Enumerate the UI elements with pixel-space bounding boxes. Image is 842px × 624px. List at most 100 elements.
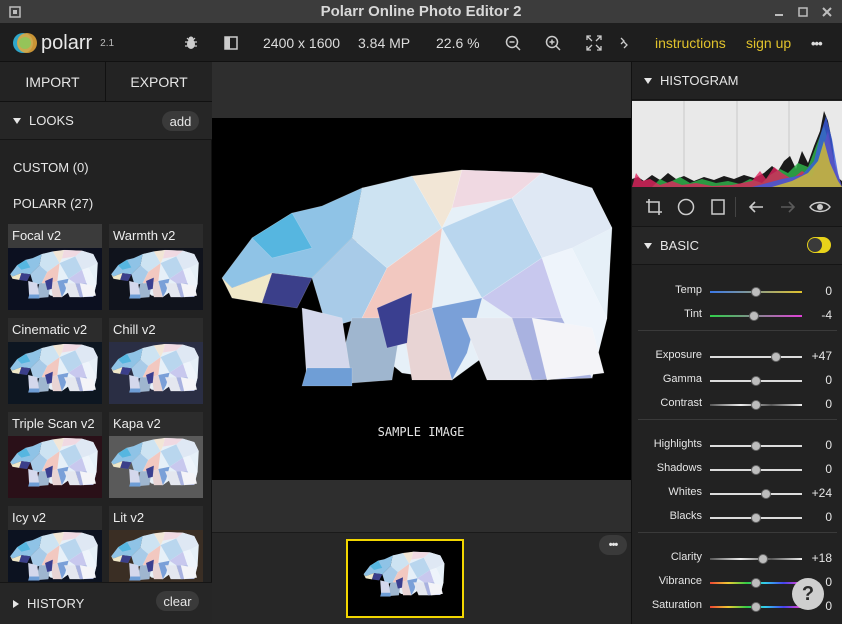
image-dimensions: 2400 x 1600: [263, 35, 341, 51]
slider-knob[interactable]: [751, 441, 761, 451]
fullscreen-icon[interactable]: [617, 24, 631, 62]
slider-value: 0: [825, 373, 832, 387]
polarr-category[interactable]: POLARR (27): [13, 196, 93, 211]
import-button[interactable]: IMPORT: [0, 62, 106, 102]
help-button[interactable]: ?: [792, 578, 824, 610]
slider-knob[interactable]: [771, 352, 782, 362]
bear-facet: [28, 294, 40, 299]
slider-knob[interactable]: [751, 513, 761, 523]
toggle-knob: [808, 238, 822, 252]
add-look-button[interactable]: add: [162, 111, 199, 131]
bear-facet: [129, 294, 141, 299]
export-button[interactable]: EXPORT: [106, 62, 212, 102]
fit-screen-icon[interactable]: [582, 24, 606, 62]
look-thumbnail: [109, 248, 203, 310]
look-name: Icy v2: [12, 510, 46, 525]
slider-value: 0: [825, 438, 832, 452]
look-card[interactable]: Icy v2: [8, 506, 102, 592]
look-name: Triple Scan v2: [12, 416, 95, 431]
expand-triangle-icon: [13, 599, 19, 608]
bear-facet: [129, 576, 141, 581]
look-card[interactable]: Focal v2: [8, 224, 102, 310]
slider-label: Vibrance: [658, 575, 702, 587]
slider-knob[interactable]: [758, 554, 769, 564]
slider-value: +24: [811, 486, 832, 500]
section-divider: [638, 419, 837, 420]
history-title: HISTORY: [27, 596, 85, 611]
collapse-triangle-icon: [13, 117, 21, 124]
slider-value: +18: [811, 551, 832, 565]
close-icon[interactable]: [820, 5, 834, 19]
slider-label: Exposure: [655, 349, 702, 361]
collapse-triangle-icon: [644, 242, 652, 249]
sample-image-label: SAMPLE IMAGE: [378, 425, 465, 439]
compare-icon[interactable]: [219, 24, 243, 62]
slider-value: 0: [825, 397, 832, 411]
look-card[interactable]: Chill v2: [109, 318, 203, 404]
instructions-link[interactable]: instructions: [655, 24, 726, 62]
look-name: Chill v2: [113, 322, 156, 337]
slider-value: +47: [811, 349, 832, 363]
look-card[interactable]: Warmth v2: [109, 224, 203, 310]
slider-knob[interactable]: [751, 578, 761, 588]
histogram-title: HISTOGRAM: [660, 73, 739, 88]
look-preview-image: [10, 437, 98, 487]
bear-facet: [28, 388, 40, 393]
circle-mask-icon[interactable]: [674, 188, 698, 226]
redo-icon[interactable]: [776, 188, 800, 226]
slider-knob[interactable]: [751, 465, 761, 475]
histogram-header[interactable]: HISTOGRAM: [632, 62, 842, 100]
slider-knob[interactable]: [749, 311, 760, 321]
clear-history-button[interactable]: clear: [156, 591, 199, 611]
main-image[interactable]: SAMPLE IMAGE: [212, 118, 631, 480]
slider-knob[interactable]: [761, 489, 772, 499]
slider-knob[interactable]: [751, 602, 761, 612]
megapixels: 3.84 MP: [358, 35, 411, 51]
zoom-out-icon[interactable]: [501, 24, 525, 62]
zoom-in-icon[interactable]: [541, 24, 565, 62]
left-panel: IMPORT EXPORT LOOKS add CUSTOM (0) POLAR…: [0, 62, 212, 624]
slider-value: 0: [825, 284, 832, 298]
sign-up-link[interactable]: sign up: [746, 24, 791, 62]
minimize-icon[interactable]: [772, 5, 786, 19]
histogram-chart: [632, 101, 842, 187]
bear-facet: [301, 367, 353, 387]
canvas-area: SAMPLE IMAGE: [212, 62, 631, 532]
maximize-icon[interactable]: [796, 5, 810, 19]
slider-track[interactable]: [710, 493, 802, 495]
look-card[interactable]: Lit v2: [109, 506, 203, 592]
rect-mask-icon[interactable]: [706, 188, 730, 226]
look-card[interactable]: Kapa v2: [109, 412, 203, 498]
more-menu-button[interactable]: •••: [811, 24, 823, 62]
slider-knob[interactable]: [751, 287, 761, 297]
slider-label: Shadows: [656, 462, 702, 474]
slider-label: Saturation: [651, 599, 702, 611]
collapse-triangle-icon: [644, 77, 652, 84]
custom-category[interactable]: CUSTOM (0): [13, 160, 89, 175]
bear-facet: [380, 592, 391, 597]
filmstrip-thumbnail-selected[interactable]: [346, 539, 464, 618]
look-name: Focal v2: [12, 228, 62, 243]
crop-icon[interactable]: [642, 188, 666, 226]
undo-icon[interactable]: [744, 188, 768, 226]
look-card[interactable]: Triple Scan v2: [8, 412, 102, 498]
bug-icon[interactable]: [179, 24, 203, 62]
basic-toggle[interactable]: [807, 237, 831, 253]
tool-bar: [632, 187, 842, 227]
look-preview-image: [111, 437, 199, 487]
section-divider: [638, 532, 837, 533]
filmstrip-bear-image: [363, 551, 445, 597]
preview-eye-icon[interactable]: [808, 188, 832, 226]
slider-track[interactable]: [710, 558, 802, 560]
polar-bear-image: SAMPLE IMAGE: [212, 118, 631, 480]
right-panel: HISTOGRAM BASIC Temp 0 Tint -4 Exposure …: [631, 62, 842, 624]
look-thumbnail: [109, 342, 203, 404]
slider-label: Highlights: [653, 438, 702, 450]
slider-track[interactable]: [710, 356, 802, 358]
title-bar: Polarr Online Photo Editor 2: [0, 0, 842, 24]
slider-label: Temp: [675, 284, 702, 296]
slider-knob[interactable]: [751, 400, 761, 410]
look-card[interactable]: Cinematic v2: [8, 318, 102, 404]
filmstrip-more-button[interactable]: •••: [599, 535, 627, 555]
slider-knob[interactable]: [751, 376, 761, 386]
